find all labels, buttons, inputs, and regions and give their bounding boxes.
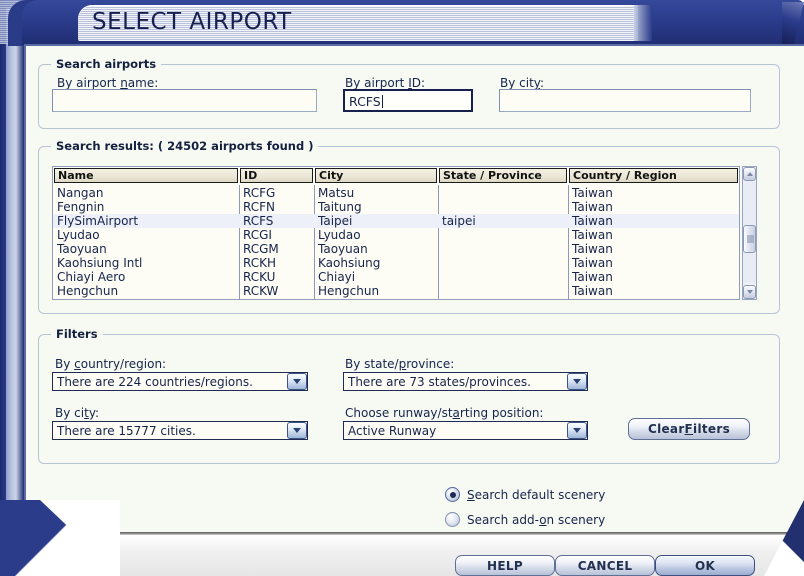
table-cell-country: Taiwan <box>572 270 613 284</box>
table-cell-city: Hengchun <box>318 284 380 298</box>
radio-addon-scenery[interactable] <box>445 512 460 527</box>
table-cell-id: RCKH <box>243 256 277 270</box>
radio-default-scenery[interactable] <box>445 487 460 502</box>
table-cell-id: RCKW <box>243 284 279 298</box>
table-header-state[interactable]: State / Province <box>439 168 567 183</box>
filter-country-combo[interactable]: There are 224 countries/regions. <box>52 372 308 391</box>
filter-runway-value: Active Runway <box>348 423 437 438</box>
scroll-down-button[interactable] <box>743 285 756 299</box>
filter-state-combo[interactable]: There are 73 states/provinces. <box>343 372 588 391</box>
table-row[interactable]: Nangan RCFG Matsu Taiwan <box>53 186 739 200</box>
filter-state-value: There are 73 states/provinces. <box>348 374 531 389</box>
table-cell-name: Kaohsiung Intl <box>57 256 143 270</box>
table-cell-name: Taoyuan <box>57 242 107 256</box>
table-row[interactable]: Fengnin RCFN Taitung Taiwan <box>53 200 739 214</box>
scenery-default-radio-row[interactable]: Search default scenery <box>445 487 605 502</box>
table-header-country[interactable]: Country / Region <box>569 168 738 183</box>
by-airport-name-label: By airport name: <box>57 76 159 90</box>
results-scrollbar[interactable] <box>742 166 757 300</box>
by-airport-name-input[interactable] <box>52 89 317 112</box>
chevron-down-icon[interactable] <box>287 422 307 439</box>
table-cell-name: Lyudao <box>57 228 100 242</box>
help-button[interactable]: HELP <box>455 555 555 576</box>
window-frame-left-inner <box>6 8 24 548</box>
filter-country-value: There are 224 countries/regions. <box>57 374 253 389</box>
chevron-down-icon[interactable] <box>567 373 587 390</box>
table-body[interactable]: Nangan RCFG Matsu Taiwan Fengnin RCFN Taitung T… <box>53 185 739 299</box>
table-row[interactable]: Hengchun RCKW Hengchun Taiwan <box>53 284 739 298</box>
scenery-addon-label: Search add-on scenery <box>467 512 606 527</box>
table-cell-country: Taiwan <box>572 242 613 256</box>
search-airports-legend: Search airports <box>51 57 162 71</box>
table-cell-id: RCGI <box>243 228 272 242</box>
table-cell-country: Taiwan <box>572 186 613 200</box>
filter-runway-label: Choose runway/starting position: <box>345 406 544 420</box>
table-cell-city: Taipei <box>318 214 353 228</box>
scenery-addon-radio-row[interactable]: Search add-on scenery <box>445 512 605 527</box>
filter-country-label: By country/region: <box>55 357 167 371</box>
table-cell-name: Nangan <box>57 186 104 200</box>
table-header-row: Name ID City State / Province Country / Regi… <box>53 167 739 184</box>
table-row[interactable]: Taoyuan RCGM Taoyuan Taiwan <box>53 242 739 256</box>
table-header-name[interactable]: Name <box>54 168 238 183</box>
table-cell-name: FlySimAirport <box>57 214 139 228</box>
scroll-up-arrow-icon <box>746 172 753 176</box>
by-airport-id-input[interactable]: RCFS <box>343 89 473 112</box>
filter-state-label: By state/province: <box>345 357 455 371</box>
by-city-label: By city: <box>500 76 545 90</box>
scroll-down-arrow-icon <box>746 290 753 294</box>
table-cell-country: Taiwan <box>572 256 613 270</box>
table-cell-country: Taiwan <box>572 228 613 242</box>
select-airport-screen: SELECT AIRPORT Search airports By airpor… <box>0 0 804 576</box>
table-cell-id: RCFS <box>243 214 274 228</box>
table-cell-city: Taoyuan <box>318 242 368 256</box>
by-airport-id-label: By airport ID: <box>345 76 426 90</box>
table-cell-id: RCGM <box>243 242 279 256</box>
text-caret <box>381 95 383 108</box>
table-cell-state: taipei <box>442 214 476 228</box>
search-results-table[interactable]: Name ID City State / Province Country / Regi… <box>52 166 740 300</box>
chevron-down-icon[interactable] <box>567 422 587 439</box>
table-cell-city: Taitung <box>318 200 362 214</box>
filter-city-combo[interactable]: There are 15777 cities. <box>52 421 308 440</box>
table-row[interactable]: Kaohsiung Intl RCKH Kaohsiung Taiwan <box>53 256 739 270</box>
table-cell-id: RCFG <box>243 186 276 200</box>
filters-legend: Filters <box>51 327 103 341</box>
filter-city-value: There are 15777 cities. <box>57 423 196 438</box>
table-header-id[interactable]: ID <box>240 168 313 183</box>
by-city-input[interactable] <box>499 89 751 112</box>
scrollbar-grip-icon <box>747 235 754 243</box>
table-cell-city: Lyudao <box>318 228 361 242</box>
table-row[interactable]: Chiayi Aero RCKU Chiayi Taiwan <box>53 270 739 284</box>
window-frame-bottom-left <box>0 500 120 576</box>
filter-runway-combo[interactable]: Active Runway <box>343 421 588 440</box>
table-cell-name: Chiayi Aero <box>57 270 126 284</box>
table-cell-city: Chiayi <box>318 270 356 284</box>
clear-filters-button[interactable]: Clear Filters <box>628 418 750 440</box>
table-header-city[interactable]: City <box>315 168 437 183</box>
table-cell-name: Fengnin <box>57 200 105 214</box>
table-cell-name: Hengchun <box>57 284 119 298</box>
scenery-default-label: Search default scenery <box>467 487 606 502</box>
cancel-button[interactable]: CANCEL <box>555 555 655 576</box>
scroll-up-button[interactable] <box>743 167 756 181</box>
filter-city-label: By city: <box>55 406 100 420</box>
table-cell-country: Taiwan <box>572 214 613 228</box>
chevron-down-icon[interactable] <box>287 373 307 390</box>
scrollbar-thumb[interactable] <box>743 225 756 253</box>
by-airport-id-value: RCFS <box>349 94 381 109</box>
ok-button[interactable]: OK <box>655 555 755 576</box>
window-title: SELECT AIRPORT <box>92 9 292 35</box>
table-cell-city: Matsu <box>318 186 355 200</box>
search-results-legend: Search results: ( 24502 airports found ) <box>51 139 319 153</box>
table-row[interactable]: Lyudao RCGI Lyudao Taiwan <box>53 228 739 242</box>
table-cell-id: RCKU <box>243 270 276 284</box>
table-cell-country: Taiwan <box>572 200 613 214</box>
table-cell-id: RCFN <box>243 200 275 214</box>
table-cell-city: Kaohsiung <box>318 256 381 270</box>
table-cell-country: Taiwan <box>572 284 613 298</box>
table-row[interactable]: FlySimAirport RCFS Taipei taipei Taiwan <box>53 214 739 228</box>
filters-group: Filters <box>38 327 780 464</box>
